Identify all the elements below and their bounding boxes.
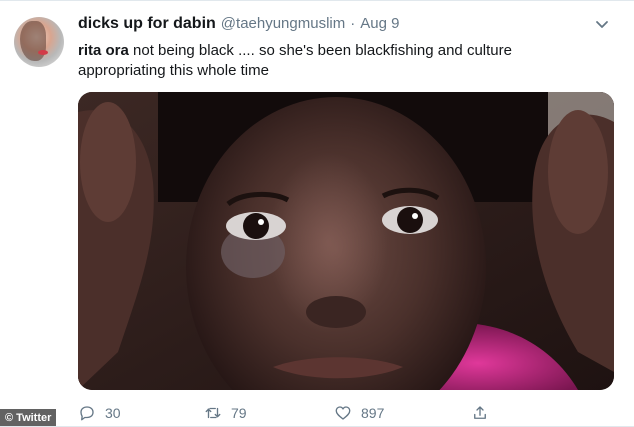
share-button[interactable] [471,402,489,424]
display-name[interactable]: dicks up for dabin [78,15,216,33]
separator-dot: · [350,15,356,32]
tweet-text-rest: not being black .... so she's been black… [128,42,512,59]
reply-button[interactable]: 30 [78,402,121,424]
like-button[interactable]: 897 [334,402,384,424]
tweet-text-line-1: rita ora not being black .... so she's b… [78,41,618,61]
avatar[interactable] [14,17,64,67]
like-count: 897 [361,405,385,421]
user-handle[interactable]: @taehyungmuslim [221,15,345,32]
reply-icon [80,406,94,421]
tweet-actions: 30 79 897 [78,402,508,424]
retweet-icon [205,407,221,419]
tweet-date[interactable]: Aug 9 [360,15,399,32]
reply-count: 30 [105,405,121,421]
retweet-button[interactable]: 79 [204,402,247,424]
twitter-watermark: © Twitter [0,409,57,427]
photo-child-face [78,92,614,390]
tweet-image[interactable] [78,92,614,390]
tweet-header: dicks up for dabin @taehyungmuslim · Aug… [78,15,399,37]
chevron-down-icon[interactable] [594,16,610,32]
heart-icon [335,406,351,420]
share-icon [474,406,486,419]
tweet-text-line-2: appropriating this whole time [78,62,269,79]
tweet-text: rita ora not being black .... so she's b… [78,41,618,81]
retweet-count: 79 [231,405,247,421]
top-border [0,0,634,1]
tweet-mention[interactable]: rita ora [78,42,129,59]
